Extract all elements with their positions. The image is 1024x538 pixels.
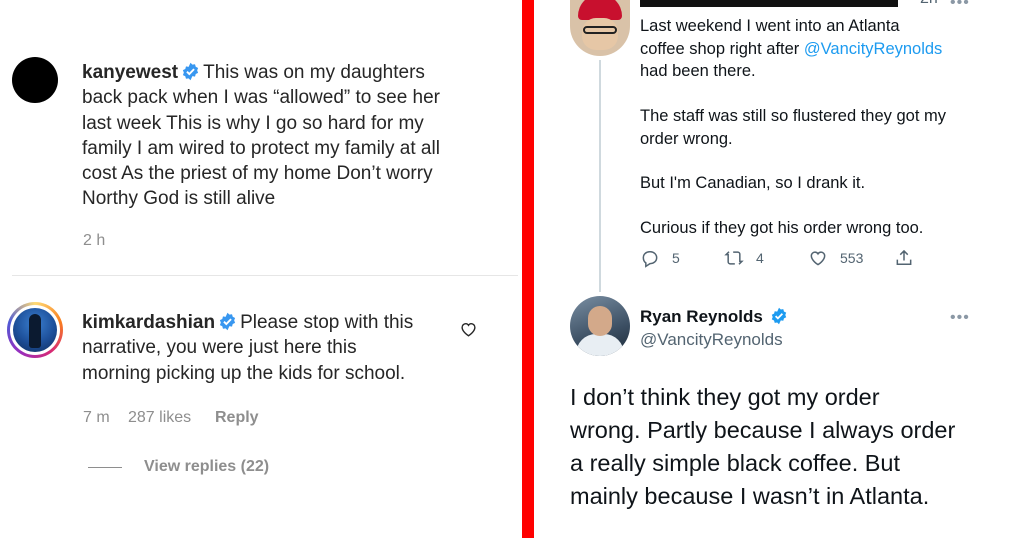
tweet-text-line: wrong. Partly because I always order <box>570 417 956 443</box>
comment-timestamp: 7 m <box>83 409 110 426</box>
comment-text-line: Please stop with this <box>240 312 414 333</box>
tweet-text-line: had been there. <box>640 62 756 81</box>
comment-text-line: last week This is why I go so hard for m… <box>82 112 424 134</box>
reply-action[interactable]: 5 <box>640 248 680 268</box>
heart-icon[interactable] <box>460 321 477 337</box>
comment-divider <box>12 275 518 276</box>
tweet-body: Last weekend I went into an Atlanta coff… <box>640 15 1010 83</box>
comment-username[interactable]: kimkardashian <box>82 312 215 333</box>
tweet-timestamp[interactable]: 2h <box>920 0 938 8</box>
story-ring <box>10 305 60 355</box>
comment-kanyewest: kanyewest This was on my daughters back p… <box>82 60 502 212</box>
tweet-paragraph: Curious if they got his order wrong too. <box>640 219 924 237</box>
tweet-text-line: coffee shop right after <box>640 39 804 58</box>
ryan-reynolds-avatar[interactable] <box>570 296 630 356</box>
tweet-author-avatar[interactable] <box>570 0 630 56</box>
tweet-text-line: a really simple black coffee. But <box>570 450 901 476</box>
replies-line <box>88 467 122 468</box>
tweet-text-line: Last weekend I went into an Atlanta <box>640 17 900 35</box>
like-count[interactable]: 287 likes <box>128 409 191 427</box>
kimkardashian-avatar[interactable] <box>7 302 63 358</box>
red-divider <box>522 0 534 538</box>
author-name-text: Ryan Reynolds <box>640 307 763 326</box>
tweet-text-line: mainly because I wasn’t in Atlanta. <box>570 483 930 509</box>
mention-link[interactable]: @VancityReynolds <box>804 40 942 58</box>
kanyewest-avatar[interactable] <box>12 57 58 103</box>
retweet-action[interactable]: 4 <box>724 248 764 268</box>
like-action[interactable]: 553 <box>808 248 863 268</box>
avatar-photo <box>13 308 57 352</box>
redacted-bar <box>640 0 898 7</box>
tweet-text-line: order wrong. <box>640 129 733 148</box>
view-replies-button[interactable]: View replies (22) <box>144 458 269 476</box>
verified-badge-icon <box>771 307 786 325</box>
tweet-author-handle[interactable]: @VancityReynolds <box>640 330 783 350</box>
like-count: 553 <box>840 250 864 266</box>
comment-text-line: cost As the priest of my home Don’t worr… <box>82 163 433 185</box>
tweet-paragraph: But I'm Canadian, so I drank it. <box>640 174 866 192</box>
like-icon <box>810 251 826 266</box>
twitter-thread-panel: 2h ••• Last weekend I went into an Atlan… <box>534 0 1024 538</box>
comment-timestamp: 2 h <box>83 232 106 249</box>
more-icon[interactable]: ••• <box>950 309 970 327</box>
tweet-text-line: I don’t think they got my order <box>570 384 880 410</box>
comment-text-line: narrative, you were just here this <box>82 337 357 359</box>
comment-text-line: back pack when I was “allowed” to see he… <box>82 87 441 109</box>
share-icon <box>896 249 912 265</box>
instagram-comments-panel: kanyewest This was on my daughters back p… <box>0 0 522 538</box>
comment-kimkardashian: kimkardashian Please stop with this narra… <box>82 310 462 386</box>
retweet-icon <box>724 251 744 265</box>
comment-text-line: Northy God is still alive <box>82 188 276 210</box>
thread-connector <box>599 60 601 292</box>
tweet-body-large: I don’t think they got my order wrong. P… <box>570 381 1010 513</box>
more-icon[interactable]: ••• <box>950 0 970 12</box>
comment-text-line: This was on my daughters <box>203 62 425 83</box>
reply-icon <box>642 251 658 268</box>
retweet-count: 4 <box>756 250 764 266</box>
share-action[interactable] <box>894 248 926 268</box>
comment-username[interactable]: kanyewest <box>82 62 178 83</box>
comment-text-line: family I am wired to protect my family a… <box>82 137 440 159</box>
reply-count: 5 <box>672 250 680 266</box>
tweet-paragraph: The staff was still so flustered they go… <box>640 105 1010 150</box>
tweet-text-line: The staff was still so flustered they go… <box>640 107 946 125</box>
verified-badge-icon <box>183 62 199 81</box>
comment-text-line: morning picking up the kids for school. <box>82 362 406 384</box>
tweet-author-name[interactable]: Ryan Reynolds <box>640 307 788 327</box>
reply-button[interactable]: Reply <box>215 409 259 427</box>
verified-badge-icon <box>219 312 236 331</box>
reply-button-label: Reply <box>215 409 259 426</box>
